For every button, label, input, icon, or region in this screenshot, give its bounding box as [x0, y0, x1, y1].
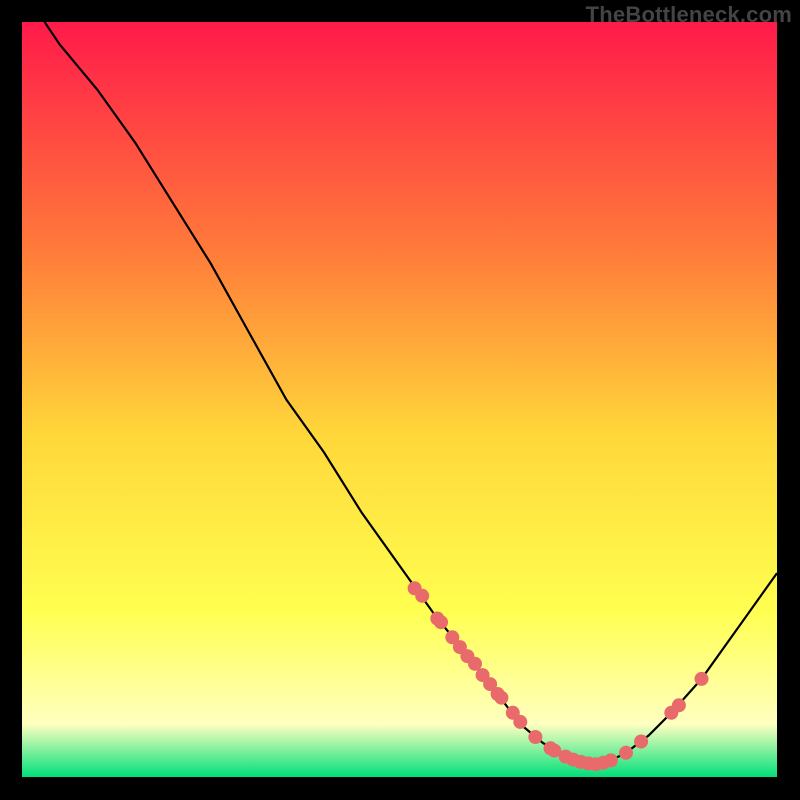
plot-background — [22, 22, 777, 777]
data-marker — [672, 698, 686, 712]
data-marker — [434, 615, 448, 629]
data-marker — [415, 589, 429, 603]
data-marker — [513, 715, 527, 729]
data-marker — [604, 753, 618, 767]
chart-container — [22, 22, 777, 777]
bottleneck-curve-chart — [22, 22, 777, 777]
data-marker — [619, 746, 633, 760]
data-marker — [695, 672, 709, 686]
data-marker — [528, 730, 542, 744]
data-marker — [634, 735, 648, 749]
data-marker — [494, 691, 508, 705]
watermark-text: TheBottleneck.com — [586, 2, 792, 28]
